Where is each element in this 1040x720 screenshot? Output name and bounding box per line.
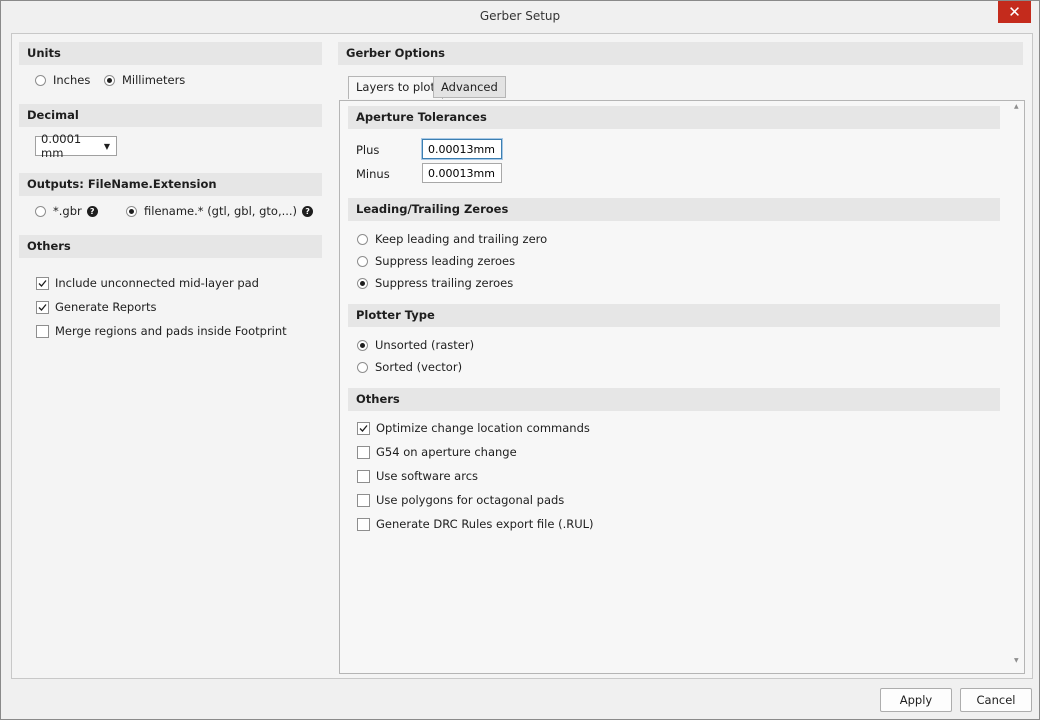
cancel-button[interactable]: Cancel bbox=[960, 688, 1032, 712]
radio-inches[interactable]: Inches bbox=[35, 73, 90, 87]
checkbox-row[interactable]: Use software arcs bbox=[357, 469, 478, 483]
radio-millimeters-indicator[interactable] bbox=[104, 74, 115, 86]
radio-suppress-trailing-label: Suppress trailing zeroes bbox=[375, 276, 514, 290]
title-bar: Gerber Setup ✕ bbox=[1, 1, 1039, 31]
radio-inches-label: Inches bbox=[53, 73, 91, 87]
checkbox-label: Generate Reports bbox=[55, 300, 157, 314]
checkbox[interactable] bbox=[357, 421, 370, 435]
left-others-heading: Others bbox=[19, 235, 322, 258]
checkbox-row[interactable]: Generate DRC Rules export file (.RUL) bbox=[357, 517, 594, 531]
checkbox-row[interactable]: Use polygons for octagonal pads bbox=[357, 493, 564, 507]
checkmark-icon bbox=[38, 303, 47, 311]
radio-unsorted-raster[interactable]: Unsorted (raster) bbox=[357, 338, 474, 352]
radio-suppress-leading-indicator[interactable] bbox=[357, 255, 368, 267]
radio-unsorted-raster-label: Unsorted (raster) bbox=[375, 338, 475, 352]
radio-millimeters-label: Millimeters bbox=[122, 73, 186, 87]
checkbox[interactable] bbox=[357, 493, 370, 507]
checkmark-icon bbox=[359, 424, 368, 432]
help-icon[interactable]: ? bbox=[302, 205, 314, 217]
checkbox[interactable] bbox=[36, 300, 49, 314]
apply-button[interactable]: Apply bbox=[880, 688, 952, 712]
radio-filename-ext-indicator[interactable] bbox=[126, 205, 137, 217]
radio-gbr-label: *.gbr bbox=[53, 204, 82, 218]
radio-sorted-vector[interactable]: Sorted (vector) bbox=[357, 360, 462, 374]
checkbox-row[interactable]: Generate Reports bbox=[36, 300, 156, 314]
scroll-up-arrow-icon[interactable]: ▲ bbox=[1014, 103, 1019, 110]
checkbox-row[interactable]: Include unconnected mid-layer pad bbox=[36, 276, 259, 290]
close-button[interactable]: ✕ bbox=[998, 1, 1031, 23]
radio-suppress-trailing-indicator[interactable] bbox=[357, 277, 368, 289]
checkbox[interactable] bbox=[357, 469, 370, 483]
dialog-content: Units Inches Millimeters Decimal 0.0001 … bbox=[11, 33, 1033, 679]
radio-gbr[interactable]: *.gbr ? bbox=[35, 204, 98, 218]
tab-layers-to-plot[interactable]: Layers to plot bbox=[348, 76, 443, 99]
right-others-heading: Others bbox=[348, 388, 1000, 411]
layers-to-plot-panel: ▲ ▼ Aperture Tolerances Plus Minus Leadi… bbox=[339, 100, 1025, 674]
radio-suppress-trailing[interactable]: Suppress trailing zeroes bbox=[357, 276, 513, 290]
checkbox[interactable] bbox=[357, 445, 370, 459]
checkbox-label: Use software arcs bbox=[376, 469, 479, 483]
radio-suppress-leading-label: Suppress leading zeroes bbox=[375, 254, 516, 268]
chevron-down-icon: ▼ bbox=[103, 141, 110, 151]
window-title: Gerber Setup bbox=[479, 9, 561, 23]
radio-gbr-indicator[interactable] bbox=[35, 205, 46, 217]
checkbox-label: Optimize change location commands bbox=[376, 421, 590, 435]
radio-filename-ext[interactable]: filename.* (gtl, gbl, gto,...) ? bbox=[126, 204, 314, 218]
checkbox-row[interactable]: Merge regions and pads inside Footprint bbox=[36, 324, 287, 338]
outputs-heading: Outputs: FileName.Extension bbox=[19, 173, 322, 196]
help-icon[interactable]: ? bbox=[86, 205, 98, 217]
checkbox-label: G54 on aperture change bbox=[376, 445, 517, 459]
checkbox[interactable] bbox=[36, 324, 49, 338]
checkmark-icon bbox=[38, 279, 47, 287]
minus-input[interactable] bbox=[422, 163, 502, 183]
decimal-heading: Decimal bbox=[19, 104, 322, 127]
minus-label: Minus bbox=[356, 167, 390, 181]
aperture-tolerances-heading: Aperture Tolerances bbox=[348, 106, 1000, 129]
decimal-select[interactable]: 0.0001 mm ▼ bbox=[35, 132, 117, 160]
radio-suppress-leading[interactable]: Suppress leading zeroes bbox=[357, 254, 515, 268]
scroll-down-arrow-icon[interactable]: ▼ bbox=[1014, 657, 1019, 664]
gerber-options-heading: Gerber Options bbox=[338, 42, 1023, 65]
checkbox-label: Use polygons for octagonal pads bbox=[376, 493, 565, 507]
checkbox-row[interactable]: Optimize change location commands bbox=[357, 421, 590, 435]
radio-inches-indicator[interactable] bbox=[35, 74, 46, 86]
plus-label: Plus bbox=[356, 143, 380, 157]
plus-input[interactable] bbox=[421, 138, 503, 160]
checkbox-label: Include unconnected mid-layer pad bbox=[55, 276, 259, 290]
radio-sorted-vector-indicator[interactable] bbox=[357, 361, 368, 373]
checkbox-row[interactable]: G54 on aperture change bbox=[357, 445, 517, 459]
radio-keep-leading-trailing[interactable]: Keep leading and trailing zero bbox=[357, 232, 547, 246]
radio-unsorted-raster-indicator[interactable] bbox=[357, 339, 368, 351]
checkbox[interactable] bbox=[36, 276, 49, 290]
leading-trailing-zeroes-heading: Leading/Trailing Zeroes bbox=[348, 198, 1000, 221]
checkbox[interactable] bbox=[357, 517, 370, 531]
gerber-setup-dialog: Gerber Setup ✕ Units Inches Millimeters … bbox=[0, 0, 1040, 720]
checkbox-label: Generate DRC Rules export file (.RUL) bbox=[376, 517, 594, 531]
radio-millimeters[interactable]: Millimeters bbox=[104, 73, 185, 87]
radio-sorted-vector-label: Sorted (vector) bbox=[375, 360, 463, 374]
radio-keep-leading-trailing-indicator[interactable] bbox=[357, 233, 368, 245]
radio-filename-ext-label: filename.* (gtl, gbl, gto,...) bbox=[144, 204, 298, 218]
radio-keep-leading-trailing-label: Keep leading and trailing zero bbox=[375, 232, 548, 246]
decimal-select-value: 0.0001 mm bbox=[41, 132, 82, 160]
checkbox-label: Merge regions and pads inside Footprint bbox=[55, 324, 287, 338]
plotter-type-heading: Plotter Type bbox=[348, 304, 1000, 327]
units-heading: Units bbox=[19, 42, 322, 65]
tab-advanced[interactable]: Advanced bbox=[433, 76, 506, 98]
